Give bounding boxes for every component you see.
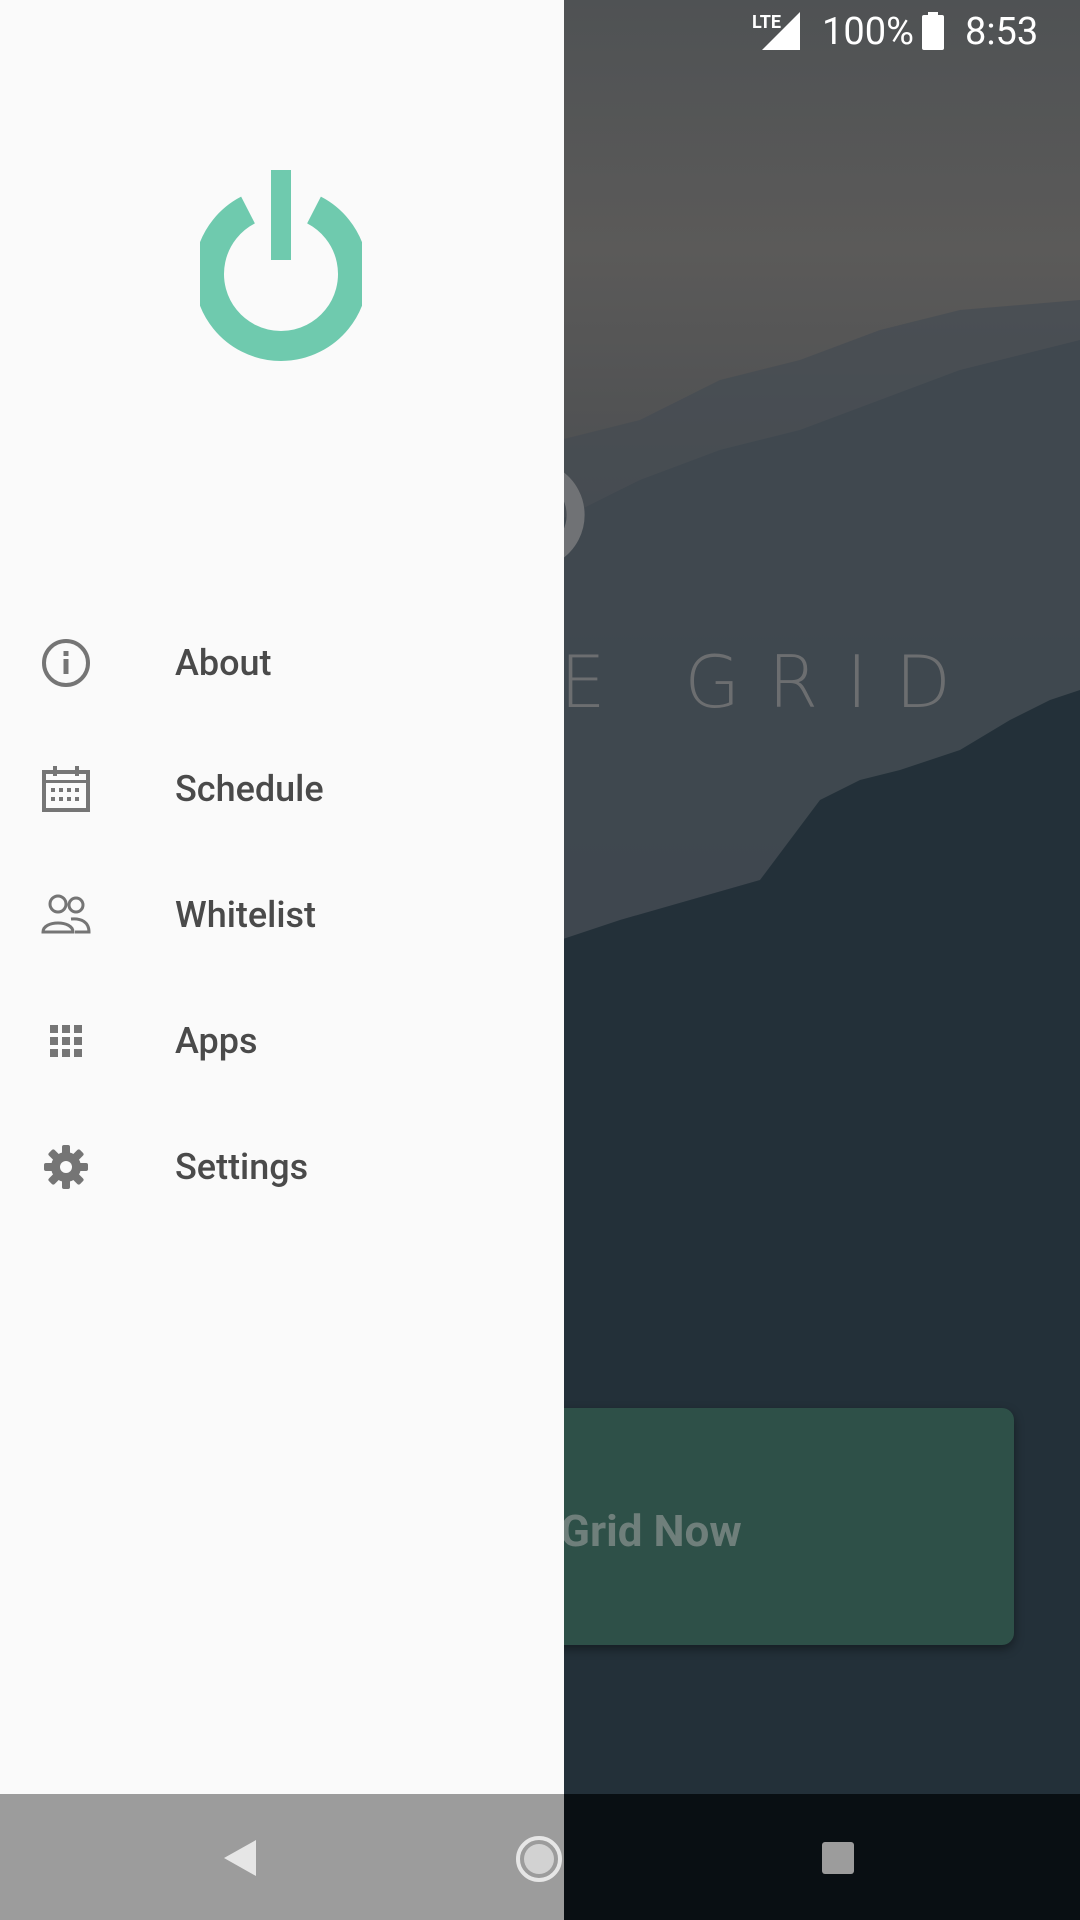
menu-item-settings[interactable]: Settings — [0, 1104, 564, 1230]
menu-item-apps[interactable]: Apps — [0, 978, 564, 1104]
status-bar: LTE 100% 8:53 — [0, 0, 1080, 66]
people-icon — [40, 889, 92, 941]
battery-percent: 100% — [822, 10, 914, 54]
signal-icon — [762, 12, 800, 50]
menu-label-whitelist: Whitelist — [175, 894, 317, 936]
menu-item-about[interactable]: About — [0, 600, 564, 726]
info-icon — [40, 637, 92, 689]
menu-label-schedule: Schedule — [175, 768, 324, 810]
calendar-icon — [40, 763, 92, 815]
back-icon[interactable] — [222, 1838, 258, 1878]
power-logo-icon — [200, 170, 362, 361]
grid-now-button-label: Grid Now — [560, 1505, 742, 1557]
menu-item-schedule[interactable]: Schedule — [0, 726, 564, 852]
menu-label-settings: Settings — [175, 1146, 309, 1188]
menu-item-whitelist[interactable]: Whitelist — [0, 852, 564, 978]
menu-label-about: About — [175, 642, 272, 684]
nav-bar-scrim-part — [0, 1794, 564, 1920]
menu-label-apps: Apps — [175, 1020, 258, 1062]
drawer-menu: About Schedule Whitelist Apps Settings — [0, 600, 564, 1230]
gear-icon — [40, 1141, 92, 1193]
navigation-drawer: About Schedule Whitelist Apps Settings — [0, 0, 564, 1794]
background-title: E GRID — [560, 640, 979, 724]
home-icon[interactable] — [514, 1834, 564, 1884]
battery-icon — [922, 12, 944, 50]
clock: 8:53 — [965, 10, 1039, 54]
apps-grid-icon — [40, 1015, 92, 1067]
recents-icon[interactable] — [822, 1842, 854, 1874]
